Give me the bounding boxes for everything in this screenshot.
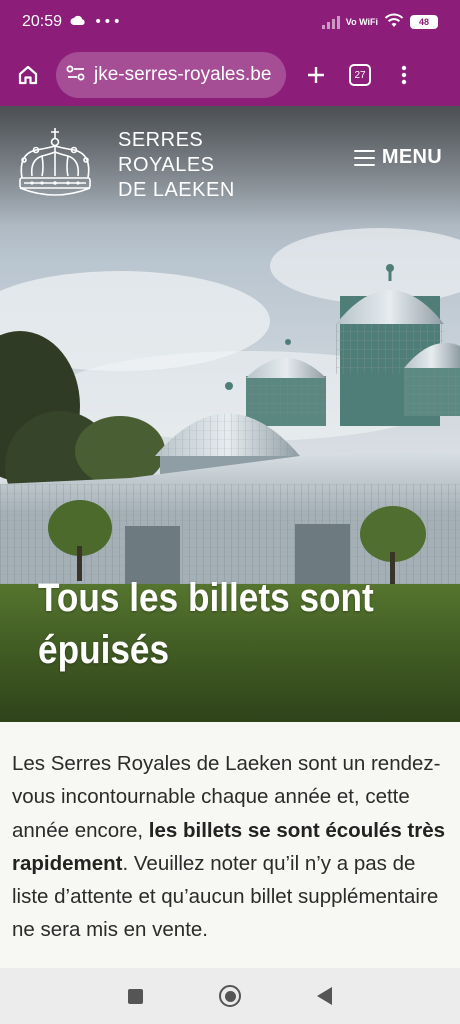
menu-button[interactable]: MENU: [353, 146, 442, 169]
hero-section: SERRES ROYALES DE LAEKEN MENU Tous les b…: [0, 106, 460, 722]
intro-paragraph: Les Serres Royales de Laeken sont un ren…: [12, 747, 448, 947]
home-nav-icon[interactable]: [219, 985, 241, 1007]
overflow-menu-icon[interactable]: [388, 59, 420, 91]
more-dots-icon: •••: [94, 14, 122, 30]
hero-title: Tous les billets sont épuisés: [38, 576, 374, 672]
hamburger-icon: [353, 149, 375, 166]
site-header: SERRES ROYALES DE LAEKEN MENU: [0, 106, 460, 216]
site-settings-icon[interactable]: [66, 65, 86, 85]
new-tab-icon[interactable]: [300, 59, 332, 91]
logo-line-1: SERRES: [118, 129, 204, 151]
home-icon[interactable]: [12, 59, 44, 91]
crown-logo-icon[interactable]: [12, 126, 102, 210]
site-logo-text[interactable]: SERRES ROYALES DE LAEKEN: [118, 128, 235, 203]
signal-icon: [321, 15, 340, 29]
recents-nav-icon[interactable]: [128, 988, 143, 1004]
tab-count: 27: [349, 64, 371, 86]
back-nav-icon[interactable]: [317, 987, 332, 1005]
logo-line-2: ROYALES: [118, 154, 215, 176]
wifi-icon: [384, 13, 404, 32]
tab-switcher-icon[interactable]: 27: [344, 59, 376, 91]
menu-label: MENU: [381, 146, 442, 168]
network-label: Vo WiFi: [345, 16, 378, 27]
status-time: 20:59: [22, 13, 63, 30]
browser-toolbar: jke-serres-royales.be 27: [0, 44, 460, 106]
address-bar[interactable]: jke-serres-royales.be: [56, 52, 286, 98]
logo-line-3: DE LAEKEN: [118, 179, 235, 201]
cloud-icon: [70, 14, 86, 30]
main-content: Les Serres Royales de Laeken sont un ren…: [0, 722, 460, 968]
battery-icon: 48: [410, 15, 438, 29]
url-text: jke-serres-royales.be: [94, 64, 272, 85]
status-bar: 20:59 ••• Vo WiFi 48: [0, 0, 460, 44]
system-nav-bar: [0, 968, 460, 1024]
